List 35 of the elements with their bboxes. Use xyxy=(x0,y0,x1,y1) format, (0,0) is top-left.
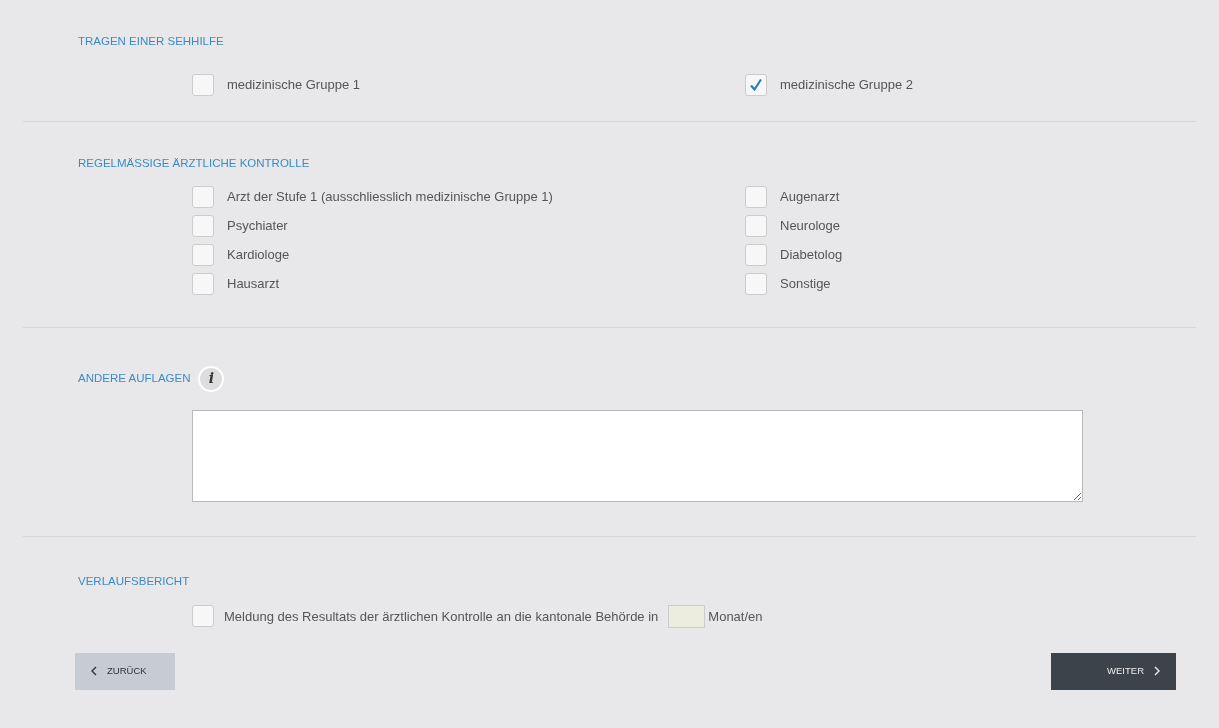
months-field[interactable] xyxy=(668,604,706,628)
checkbox-label: Augenarzt xyxy=(780,188,840,207)
checkbox[interactable] xyxy=(745,186,767,208)
chevron-icon xyxy=(1154,666,1160,677)
checkbox-label: medizinische Gruppe 2 xyxy=(780,76,913,94)
checkbox-label: Kardiologe xyxy=(227,246,290,265)
checkbox[interactable] xyxy=(192,186,214,208)
checkbox[interactable] xyxy=(192,244,214,266)
checkbox[interactable] xyxy=(745,215,767,237)
report-text: Meldung des Resultats der ärztlichen Kontrolle an die kantonale Behörde in xyxy=(224,607,659,626)
section-heading: VERLAUFSBERICHT xyxy=(78,573,190,589)
checkbox[interactable] xyxy=(745,73,767,96)
check-icon xyxy=(749,77,763,92)
section-heading: REGELMÄSSIGE ÄRZTLICHE KONTROLLE xyxy=(78,156,310,172)
checkbox-label: Hausarzt xyxy=(227,275,280,294)
info-button[interactable]: i xyxy=(198,365,225,392)
checkbox-label: Diabetolog xyxy=(780,246,843,265)
text-area[interactable] xyxy=(192,409,1083,502)
checkbox[interactable] xyxy=(192,605,214,628)
checkbox-label: Arzt der Stufe 1 (ausschliesslich medizinische Gruppe 1) xyxy=(227,188,553,207)
checkbox[interactable] xyxy=(192,73,214,96)
checkbox-label: Neurologe xyxy=(780,217,840,236)
unit-label: Monat/en xyxy=(708,607,763,626)
next-button[interactable]: WEITER xyxy=(1051,652,1176,690)
checkbox-label: medizinische Gruppe 1 xyxy=(227,76,360,94)
checkbox-label: Psychiater xyxy=(227,217,288,236)
checkbox[interactable] xyxy=(192,273,214,295)
checkbox[interactable] xyxy=(745,244,767,266)
checkbox-label: Sonstige xyxy=(780,275,831,294)
checkbox[interactable] xyxy=(745,273,767,295)
back-button[interactable]: ZURÜCK xyxy=(75,652,175,690)
checkbox[interactable] xyxy=(192,215,214,237)
section-heading: TRAGEN EINER SEHHILFE xyxy=(78,34,224,49)
section-heading: ANDERE AUFLAGEN xyxy=(78,370,191,386)
chevron-icon xyxy=(91,666,97,677)
